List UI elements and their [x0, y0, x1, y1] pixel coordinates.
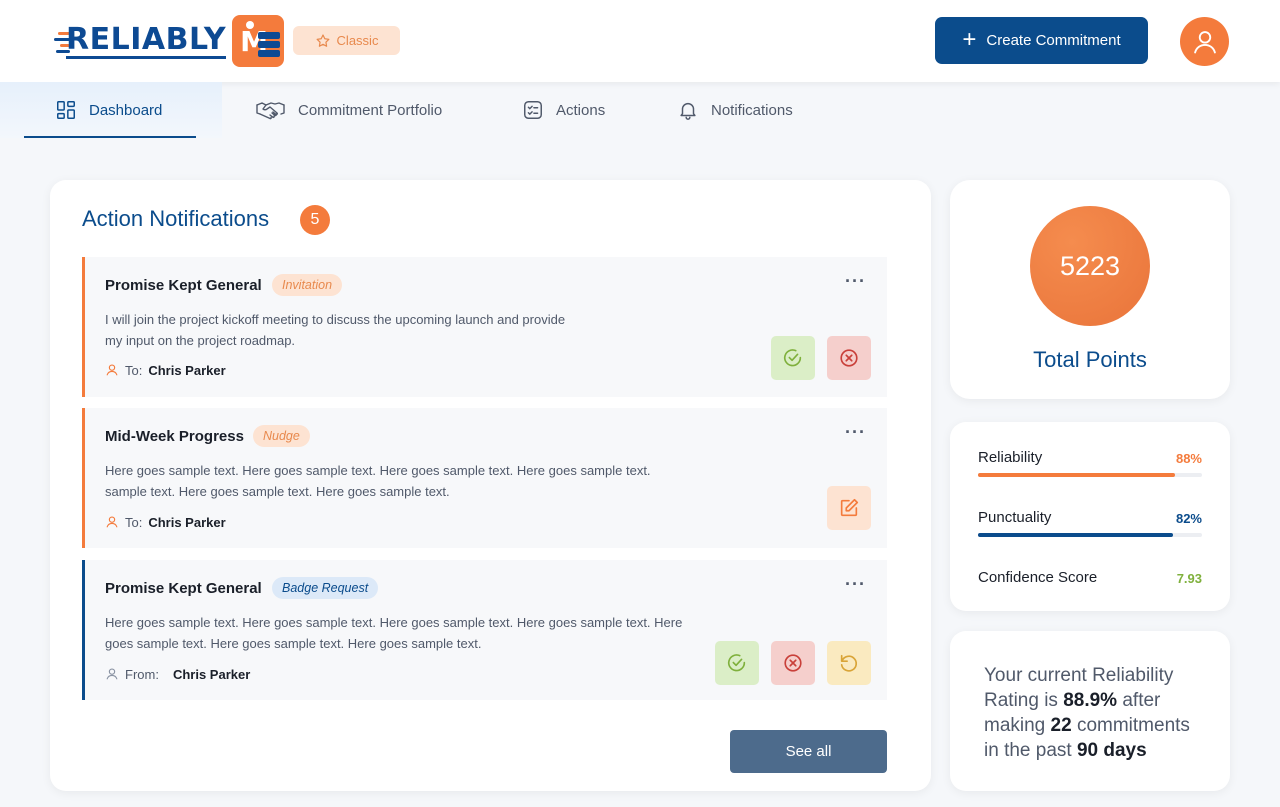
summary-rating: 88.9%	[1063, 690, 1118, 711]
recipient-name: Chris Parker	[148, 514, 226, 530]
punctuality-progress	[978, 533, 1202, 537]
punctuality-label: Punctuality	[978, 509, 1052, 526]
recipient-name: Chris Parker	[148, 362, 226, 378]
notification-description: Here goes sample text. Here goes sample …	[105, 460, 651, 502]
user-avatar[interactable]	[1180, 17, 1229, 66]
reliability-progress-fill	[978, 473, 1176, 477]
undo-button[interactable]	[827, 641, 871, 685]
tab-actions[interactable]: Actions	[522, 82, 605, 138]
notification-recipient: To: Chris Parker	[105, 513, 226, 531]
see-all-button[interactable]: See all	[730, 730, 887, 773]
edit-icon	[840, 498, 859, 517]
notification-item[interactable]: Promise Kept General Badge Request ··· H…	[82, 560, 887, 700]
check-circle-icon	[783, 349, 802, 367]
active-tab-underline	[24, 136, 196, 138]
description-line: I will join the project kickoff meeting …	[105, 312, 566, 327]
points-value: 5223	[1030, 206, 1150, 326]
tier-label: Classic	[336, 33, 379, 48]
reliability-progress	[978, 473, 1202, 477]
reliability-summary-card: Your current Reliability Rating is 88.9%…	[950, 631, 1230, 791]
notification-title: Promise Kept General	[105, 277, 262, 294]
create-commitment-button[interactable]: + Create Commitment	[935, 17, 1148, 64]
description-line: sample text. Here goes sample text. Here…	[105, 484, 450, 499]
punctuality-value: 82%	[1175, 511, 1202, 526]
sender-name: Chris Parker	[172, 666, 251, 682]
tab-notifications[interactable]: Notifications	[677, 82, 793, 138]
sender-label: From:	[125, 666, 159, 682]
notifications-title: Action Notifications	[82, 206, 270, 231]
notification-title: Promise Kept General	[105, 580, 262, 597]
edit-button[interactable]	[827, 486, 871, 530]
person-icon	[106, 516, 118, 528]
undo-icon	[840, 654, 858, 672]
more-options-icon[interactable]: ···	[845, 575, 866, 593]
notification-sender: From: Chris Parker	[105, 665, 250, 683]
brand-badge-icon: M	[232, 15, 285, 67]
tier-badge: Classic	[293, 26, 400, 55]
confidence-value: 7.93	[1176, 571, 1202, 586]
brand-name: RELIABLY	[66, 21, 227, 59]
bell-icon	[680, 102, 696, 120]
create-commitment-label: Create Commitment	[986, 32, 1121, 49]
tab-commitment-portfolio[interactable]: Commitment Portfolio	[256, 82, 442, 138]
confidence-label: Confidence Score	[978, 569, 1098, 586]
notification-item[interactable]: Mid-Week Progress Nudge ··· Here goes sa…	[82, 408, 887, 548]
notification-title: Mid-Week Progress	[105, 428, 244, 445]
brand-logo[interactable]: RELIABLY M	[52, 14, 285, 68]
recipient-label: To:	[125, 514, 143, 530]
description-line: goes sample text. Here goes sample text.…	[105, 636, 482, 651]
top-header: RELIABLY M Classic + Create Commitment	[0, 0, 1280, 82]
reject-button[interactable]	[771, 641, 815, 685]
summary-days: 90 days	[1076, 740, 1147, 761]
accept-button[interactable]	[715, 641, 759, 685]
points-label: Total Points	[1033, 347, 1147, 372]
plus-icon: +	[962, 25, 977, 53]
tab-actions-label: Actions	[556, 101, 606, 119]
description-line: Here goes sample text. Here goes sample …	[105, 615, 683, 630]
notification-item[interactable]: Promise Kept General Invitation ··· I wi…	[82, 257, 887, 397]
tab-dashboard-label: Dashboard	[89, 101, 163, 119]
tab-dashboard[interactable]: Dashboard	[55, 82, 162, 138]
x-circle-icon	[840, 349, 858, 367]
notification-recipient: To: Chris Parker	[105, 361, 226, 379]
star-icon	[316, 33, 330, 47]
description-line: Here goes sample text. Here goes sample …	[105, 463, 651, 478]
tab-commitment-portfolio-label: Commitment Portfolio	[298, 101, 443, 119]
notifications-count-badge: 5	[300, 205, 330, 235]
accept-button[interactable]	[771, 336, 815, 380]
stats-card: Reliability 88% Punctuality 82% Confiden…	[950, 422, 1230, 611]
reliability-value: 88%	[1175, 451, 1202, 466]
user-icon	[1193, 30, 1216, 53]
reliability-summary-text: Your current Reliability Rating is 88.9%…	[984, 663, 1209, 763]
tab-notifications-label: Notifications	[711, 101, 793, 119]
check-circle-icon	[727, 654, 746, 672]
recipient-label: To:	[125, 362, 143, 378]
more-options-icon[interactable]: ···	[845, 272, 866, 290]
notification-description: I will join the project kickoff meeting …	[105, 309, 565, 351]
notification-tag: Nudge	[253, 425, 310, 447]
more-options-icon[interactable]: ···	[845, 423, 866, 441]
reject-button[interactable]	[827, 336, 871, 380]
total-points-card: 5223 Total Points	[950, 180, 1230, 399]
checklist-icon	[524, 101, 542, 119]
notification-description: Here goes sample text. Here goes sample …	[105, 612, 682, 654]
notification-tag: Badge Request	[272, 577, 379, 599]
person-icon	[106, 364, 118, 376]
reliability-label: Reliability	[978, 449, 1043, 466]
person-icon	[106, 668, 118, 680]
description-line: my input on the project roadmap.	[105, 333, 296, 348]
action-notifications-card: Action Notifications 5 Promise Kept Gene…	[50, 180, 931, 791]
main-nav: Dashboard Commitment Portfolio Actions N…	[0, 82, 1280, 140]
notification-tag: Invitation	[272, 274, 343, 296]
handshake-icon	[256, 102, 285, 120]
grid-icon	[57, 101, 75, 119]
punctuality-progress-fill	[978, 533, 1173, 537]
summary-commitments: 22	[1050, 715, 1072, 736]
x-circle-icon	[784, 654, 802, 672]
